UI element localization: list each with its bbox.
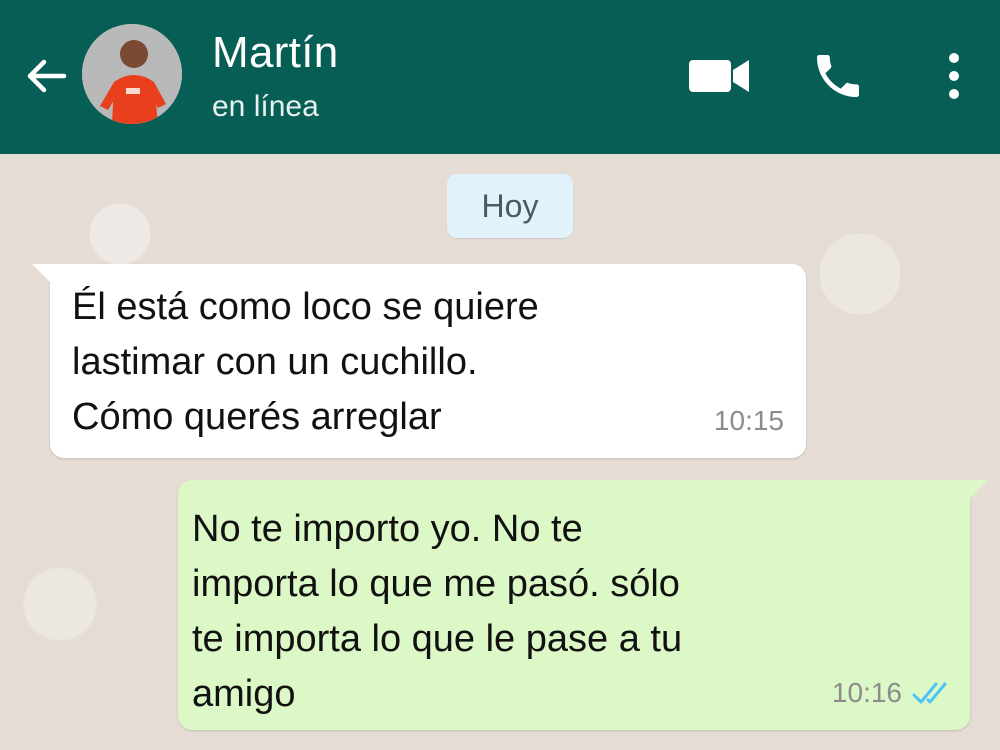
message-time: 10:16: [831, 677, 902, 708]
outgoing-message[interactable]: No te importo yo. No te importa lo que m…: [178, 480, 988, 730]
avatar-photo: [82, 24, 182, 124]
back-arrow-icon: [27, 59, 67, 93]
message-text: Él está como loco se quiere lastimar con…: [72, 286, 539, 438]
more-options-icon: [949, 53, 959, 99]
message-text: No te importo yo. No te importa lo que m…: [192, 508, 683, 715]
voice-call-button[interactable]: [808, 48, 868, 104]
chat-area[interactable]: Hoy Él está como loco se quiere lastimar…: [0, 154, 1000, 750]
incoming-message[interactable]: Él está como loco se quiere lastimar con…: [32, 264, 806, 458]
phone-icon: [817, 55, 859, 97]
back-button[interactable]: [22, 52, 70, 100]
more-options-button[interactable]: [934, 48, 974, 104]
video-call-button[interactable]: [686, 48, 752, 104]
double-check-icon: [912, 682, 947, 704]
message-time: 10:15: [713, 405, 784, 436]
video-call-icon: [689, 60, 749, 92]
chat-header: Martín en línea: [0, 0, 1000, 154]
avatar[interactable]: [82, 24, 182, 124]
contact-status: en línea: [212, 90, 319, 123]
contact-name[interactable]: Martín: [212, 28, 339, 78]
date-separator: Hoy: [447, 174, 573, 238]
